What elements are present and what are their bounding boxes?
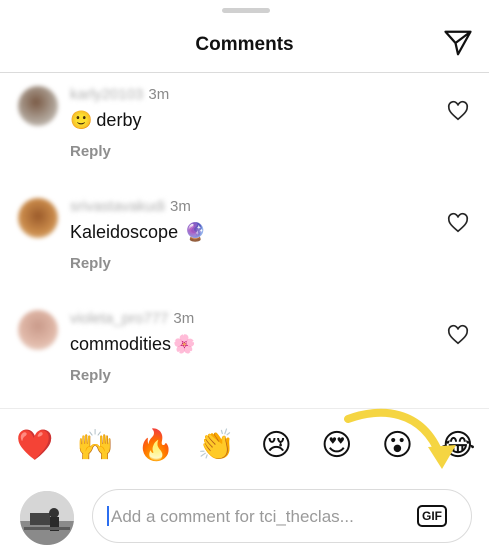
comment-input-wrapper: GIF [92,489,472,544]
profile-photo [20,491,74,545]
timestamp: 3m [170,198,191,215]
comment-text: commodities 🌸 [70,334,195,355]
avatar[interactable] [18,198,58,238]
comment-text: Kaleidoscope 🔮 [70,222,207,243]
reply-button[interactable]: Reply [70,255,111,272]
emoji-heart-eyes[interactable]: 😍 [319,429,355,463]
comment-composer: ❤️ 🙌 🔥 👏 😢 😍 😮 😂 GIF [0,408,489,551]
crystal-ball-emoji: 🔮 [184,222,207,242]
emoji-surprised[interactable]: 😮 [379,429,415,463]
comment-meta: srivastavakudi 3m [70,198,191,215]
paper-plane-icon[interactable] [443,28,473,58]
my-avatar [20,491,74,545]
emoji-raised-hands[interactable]: 🙌 [77,429,114,463]
smiley-emoji: 🙂 [70,110,93,130]
comment-item: violeta_pro777 3m commodities 🌸 Reply [0,302,489,402]
heart-icon[interactable] [447,100,469,122]
avatar[interactable] [18,310,58,350]
timestamp: 3m [173,310,195,327]
username[interactable]: srivastavakudi [70,198,165,215]
emoji-laughing[interactable]: 😂 [440,429,476,463]
reply-button[interactable]: Reply [70,143,111,160]
cherry-blossom-emoji: 🌸 [173,334,196,354]
emoji-clapping[interactable]: 👏 [198,429,235,463]
username[interactable]: karly20103 [70,86,143,103]
comment-body: derby [96,110,142,130]
comment-item: karly20103 3m 🙂 derby Reply [0,78,489,178]
emoji-bar: ❤️ 🙌 🔥 👏 😢 😍 😮 😂 [16,429,476,463]
username[interactable]: violeta_pro777 [70,310,168,327]
comment-body: commodities [70,334,172,354]
reply-button[interactable]: Reply [70,367,111,384]
timestamp: 3m [148,86,170,103]
gif-button[interactable]: GIF [417,505,447,527]
emoji-fire[interactable]: 🔥 [137,429,174,463]
emoji-heart[interactable]: ❤️ [16,429,53,463]
comment-meta: karly20103 3m [70,86,169,103]
drag-handle[interactable] [222,8,270,13]
comment-body: Kaleidoscope [70,222,179,242]
page-title: Comments [195,34,294,55]
avatar[interactable] [18,86,58,126]
heart-icon[interactable] [447,324,469,346]
comments-header: Comments [0,20,489,73]
comment-item: srivastavakudi 3m Kaleidoscope 🔮 Reply [0,190,489,290]
emoji-crying[interactable]: 😢 [258,429,294,463]
comment-meta: violeta_pro777 3m [70,310,194,327]
comment-text: 🙂 derby [70,110,141,131]
comment-input[interactable] [109,490,403,544]
heart-icon[interactable] [447,212,469,234]
